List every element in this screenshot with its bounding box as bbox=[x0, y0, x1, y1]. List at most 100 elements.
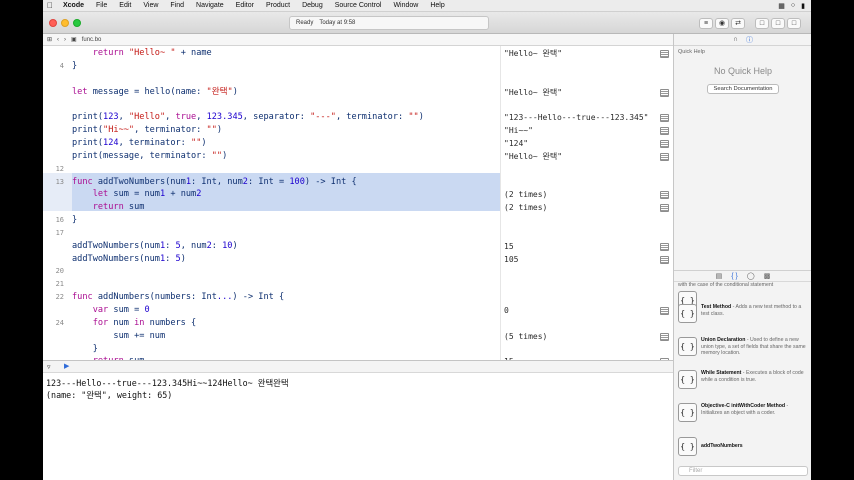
object-library-icon[interactable]: ◯ bbox=[747, 272, 755, 280]
standard-editor-icon[interactable]: ≡ bbox=[699, 18, 713, 29]
code-text[interactable]: let message = hello(name: "완택") bbox=[72, 86, 238, 99]
menu-window[interactable]: Window bbox=[387, 2, 424, 9]
menu-navigate[interactable]: Navigate bbox=[190, 2, 230, 9]
code-line[interactable]: 22 func addNumbers(numbers: Int...) -> In… bbox=[43, 291, 673, 304]
result-value[interactable]: (5 times) bbox=[504, 330, 547, 343]
code-text[interactable]: } bbox=[72, 214, 77, 227]
menu-view[interactable]: View bbox=[137, 2, 164, 9]
code-line[interactable]: 13 func addTwoNumbers(num1: Int, num2: In… bbox=[43, 176, 673, 189]
show-result-icon[interactable] bbox=[660, 50, 669, 58]
code-line[interactable]: 21 bbox=[43, 278, 673, 291]
library-filter-input[interactable]: Filter bbox=[678, 466, 808, 476]
code-line[interactable]: print("Hi~~", terminator: "") "Hi~~" bbox=[43, 124, 673, 137]
code-line[interactable]: return "Hello~ " + name "Hello~ 완택" bbox=[43, 47, 673, 60]
show-result-icon[interactable] bbox=[660, 114, 669, 123]
snippet-item[interactable]: { } While Statement - Executes a block o… bbox=[678, 370, 808, 389]
utilities-toggle-icon[interactable]: □ bbox=[787, 18, 801, 29]
show-result-icon[interactable] bbox=[660, 191, 669, 200]
zoom-window-button[interactable] bbox=[73, 19, 81, 27]
result-value[interactable]: (2 times) bbox=[504, 201, 547, 214]
show-result-icon[interactable] bbox=[660, 242, 669, 251]
code-line[interactable]: addTwoNumbers(num1: 5) 105 bbox=[43, 253, 673, 266]
code-line[interactable]: } bbox=[43, 343, 673, 356]
menu-product[interactable]: Product bbox=[260, 2, 296, 9]
show-result-icon[interactable] bbox=[660, 255, 669, 264]
snippet-item[interactable]: with the case of the conditional stateme… bbox=[678, 282, 808, 289]
code-line[interactable]: 20 bbox=[43, 265, 673, 278]
status-icon[interactable]: ▦ bbox=[778, 2, 785, 10]
source-editor[interactable]: return "Hello~ " + name "Hello~ 완택" 4} let … bbox=[43, 46, 673, 360]
apple-menu-icon[interactable]:  bbox=[43, 1, 57, 10]
snippet-item[interactable]: { } Test Method - Adds a new test method… bbox=[678, 304, 808, 323]
result-value[interactable]: (2 times) bbox=[504, 188, 547, 201]
code-line[interactable] bbox=[43, 73, 673, 86]
code-text[interactable]: addTwoNumbers(num1: 5) bbox=[72, 253, 186, 266]
result-value[interactable]: 0 bbox=[504, 304, 509, 317]
close-window-button[interactable] bbox=[49, 19, 57, 27]
debug-area-toggle-icon[interactable]: □ bbox=[771, 18, 785, 29]
related-items-icon[interactable]: ⊞ bbox=[47, 36, 52, 43]
code-text[interactable]: return sum bbox=[72, 201, 145, 214]
jump-bar-file[interactable]: func.bo bbox=[82, 37, 102, 43]
code-text[interactable]: print(123, "Hello", true, 123.345, separ… bbox=[72, 111, 424, 124]
result-value[interactable]: "Hello~ 완택" bbox=[504, 150, 562, 163]
snippet-item[interactable]: { } Union Declaration - Used to define a… bbox=[678, 337, 808, 357]
code-text[interactable]: for num in numbers { bbox=[72, 317, 197, 330]
code-line[interactable]: 16} bbox=[43, 214, 673, 227]
code-text[interactable]: func addTwoNumbers(num1: Int, num2: Int … bbox=[72, 176, 357, 189]
code-line[interactable]: 24 for num in numbers { bbox=[43, 317, 673, 330]
quick-help-inspector-icon[interactable]: ⓘ bbox=[746, 35, 753, 45]
code-text[interactable]: addTwoNumbers(num1: 5, num2: 10) bbox=[72, 240, 238, 253]
show-result-icon[interactable] bbox=[660, 152, 669, 161]
show-result-icon[interactable] bbox=[660, 88, 669, 97]
code-line[interactable]: sum += num (5 times) bbox=[43, 330, 673, 343]
menu-help[interactable]: Help bbox=[424, 2, 450, 9]
code-line[interactable]: let sum = num1 + num2 (2 times) bbox=[43, 188, 673, 201]
code-text[interactable]: func addNumbers(numbers: Int...) -> Int … bbox=[72, 291, 284, 304]
run-playground-icon[interactable]: ▶ bbox=[64, 362, 69, 370]
navigator-toggle-icon[interactable]: □ bbox=[755, 18, 769, 29]
code-snippet-library-icon[interactable]: { } bbox=[731, 273, 738, 280]
search-documentation-button[interactable]: Search Documentation bbox=[707, 84, 779, 94]
code-text[interactable]: sum += num bbox=[72, 330, 165, 343]
code-text[interactable]: } bbox=[72, 343, 98, 356]
result-value[interactable]: "Hello~ 완택" bbox=[504, 86, 562, 99]
code-line[interactable]: var sum = 0 0 bbox=[43, 304, 673, 317]
file-inspector-icon[interactable]: ∩ bbox=[733, 36, 738, 43]
console-output[interactable]: 123---Hello---true---123.345Hi~~124Hello… bbox=[43, 373, 673, 480]
code-line[interactable]: print(message, terminator: "") "Hello~ 완택… bbox=[43, 150, 673, 163]
code-text[interactable]: var sum = 0 bbox=[72, 304, 150, 317]
code-text[interactable]: print(124, terminator: "") bbox=[72, 137, 207, 150]
assistant-editor-icon[interactable]: ◉ bbox=[715, 18, 729, 29]
result-value[interactable]: "Hello~ 완택" bbox=[504, 47, 562, 60]
file-template-library-icon[interactable]: ▤ bbox=[716, 272, 723, 280]
battery-icon[interactable]: ▮ bbox=[801, 2, 805, 10]
forward-icon[interactable]: › bbox=[64, 37, 66, 43]
code-line[interactable]: addTwoNumbers(num1: 5, num2: 10) 15 bbox=[43, 240, 673, 253]
code-text[interactable]: } bbox=[72, 60, 77, 73]
back-icon[interactable]: ‹ bbox=[57, 37, 59, 43]
menu-find[interactable]: Find bbox=[164, 2, 190, 9]
code-line[interactable]: print(123, "Hello", true, 123.345, separ… bbox=[43, 111, 673, 124]
show-result-icon[interactable] bbox=[660, 127, 669, 136]
snippet-item[interactable]: { } Objective-C initWithCoder Method - I… bbox=[678, 403, 808, 422]
code-line[interactable]: 4} bbox=[43, 60, 673, 73]
minimize-window-button[interactable] bbox=[61, 19, 69, 27]
menu-debug[interactable]: Debug bbox=[296, 2, 329, 9]
result-value[interactable]: "124" bbox=[504, 137, 528, 150]
show-result-icon[interactable] bbox=[660, 307, 669, 315]
show-result-icon[interactable] bbox=[660, 139, 669, 148]
code-line[interactable] bbox=[43, 98, 673, 111]
code-line[interactable]: let message = hello(name: "완택") "Hello~ 완… bbox=[43, 86, 673, 99]
code-text[interactable]: let sum = num1 + num2 bbox=[72, 188, 202, 201]
menu-editor[interactable]: Editor bbox=[230, 2, 260, 9]
result-value[interactable]: 15 bbox=[504, 240, 514, 253]
menu-edit[interactable]: Edit bbox=[113, 2, 137, 9]
code-line[interactable]: print(124, terminator: "") "124" bbox=[43, 137, 673, 150]
code-text[interactable]: return "Hello~ " + name bbox=[72, 47, 212, 60]
menu-file[interactable]: File bbox=[90, 2, 113, 9]
show-result-icon[interactable] bbox=[660, 204, 669, 213]
menu-source-control[interactable]: Source Control bbox=[329, 2, 388, 9]
wifi-icon[interactable]: ○ bbox=[791, 2, 795, 10]
result-value[interactable]: 105 bbox=[504, 253, 518, 266]
